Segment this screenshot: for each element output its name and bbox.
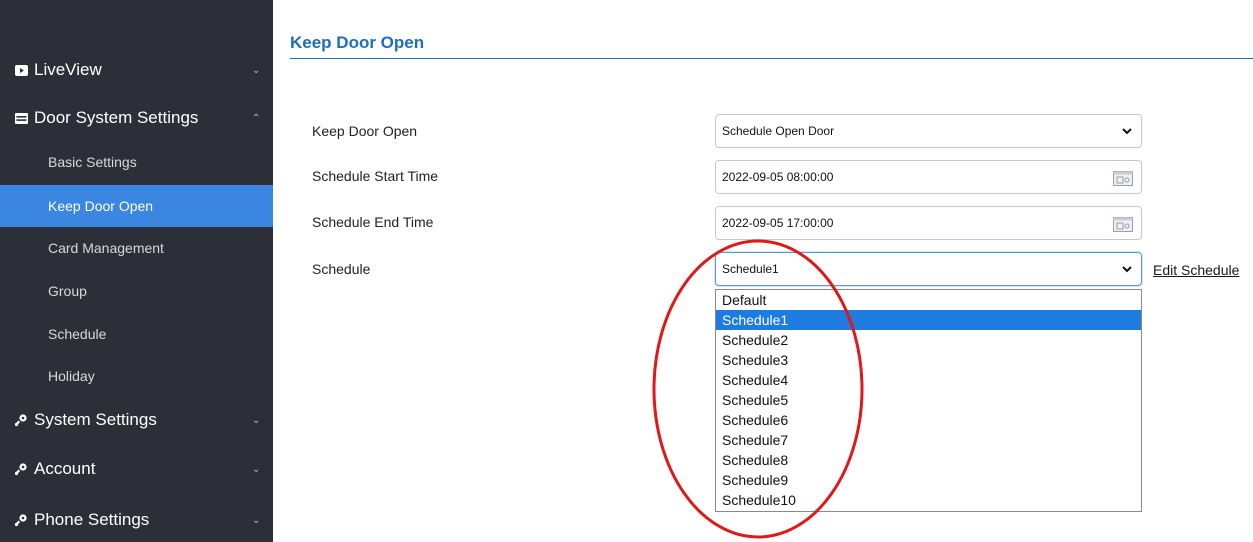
sidebar-item-basic-settings[interactable]: Basic Settings — [0, 141, 273, 183]
sidebar-item-label: Keep Door Open — [48, 198, 154, 214]
sidebar-item-liveview[interactable]: LiveView ⌄ — [0, 48, 273, 92]
chevron-down-icon: ⌄ — [252, 514, 261, 526]
chevron-down-icon: ⌄ — [252, 463, 261, 475]
annotation-circle — [652, 239, 864, 539]
keep-door-open-select[interactable]: Schedule Open Door — [715, 114, 1142, 148]
sidebar-item-label: Basic Settings — [48, 154, 137, 170]
sidebar-item-system-settings[interactable]: System Settings ⌄ — [0, 398, 273, 442]
sidebar-item-door-system-settings[interactable]: Door System Settings ⌃ — [0, 96, 273, 140]
gear-key-icon — [14, 513, 28, 527]
sidebar-item-group[interactable]: Group — [0, 270, 273, 312]
chevron-down-icon: ⌄ — [252, 64, 261, 76]
schedule-label: Schedule — [312, 261, 371, 277]
video-icon — [14, 63, 28, 77]
start-time-label: Schedule Start Time — [312, 168, 439, 184]
title-divider — [290, 58, 1253, 59]
sidebar-item-schedule[interactable]: Schedule — [0, 313, 273, 355]
sidebar-item-label: Schedule — [48, 326, 107, 342]
chevron-down-icon — [1122, 128, 1132, 135]
sidebar-item-account[interactable]: Account ⌄ — [0, 447, 273, 491]
edit-schedule-link[interactable]: Edit Schedule — [1153, 262, 1239, 278]
sidebar-item-label: Door System Settings — [34, 108, 199, 127]
sidebar-item-phone-settings[interactable]: Phone Settings ⌄ — [0, 498, 273, 542]
chevron-down-icon — [1122, 266, 1132, 273]
sidebar-item-card-management[interactable]: Card Management — [0, 227, 273, 269]
sidebar-item-label: System Settings — [34, 410, 157, 429]
chevron-down-icon: ⌄ — [252, 414, 261, 426]
sidebar-item-label: Account — [34, 459, 96, 478]
sidebar: LiveView ⌄ Door System Settings ⌃ Basic … — [0, 0, 273, 542]
sidebar-item-keep-door-open[interactable]: Keep Door Open — [0, 185, 273, 227]
sidebar-item-label: Holiday — [48, 368, 95, 384]
gear-key-icon — [14, 462, 28, 476]
end-time-label: Schedule End Time — [312, 214, 434, 230]
start-time-input[interactable]: 2022-09-05 08:00:00 — [715, 160, 1142, 194]
sidebar-item-label: Card Management — [48, 240, 164, 256]
keep-door-open-value: Schedule Open Door — [722, 124, 835, 138]
end-time-input[interactable]: 2022-09-05 17:00:00 — [715, 206, 1142, 240]
sidebar-item-label: Phone Settings — [34, 510, 150, 529]
calendar-icon[interactable] — [1113, 217, 1133, 232]
chevron-up-icon: ⌃ — [252, 112, 261, 124]
calendar-icon[interactable] — [1113, 171, 1133, 186]
page-title: Keep Door Open — [290, 33, 425, 52]
sidebar-item-holiday[interactable]: Holiday — [0, 355, 273, 397]
keep-door-open-label: Keep Door Open — [312, 123, 418, 139]
panel-icon — [14, 111, 28, 125]
gear-key-icon — [14, 413, 28, 427]
sidebar-item-label: LiveView — [34, 60, 102, 79]
start-time-value: 2022-09-05 08:00:00 — [722, 170, 834, 184]
end-time-value: 2022-09-05 17:00:00 — [722, 216, 834, 230]
sidebar-item-label: Group — [48, 283, 87, 299]
